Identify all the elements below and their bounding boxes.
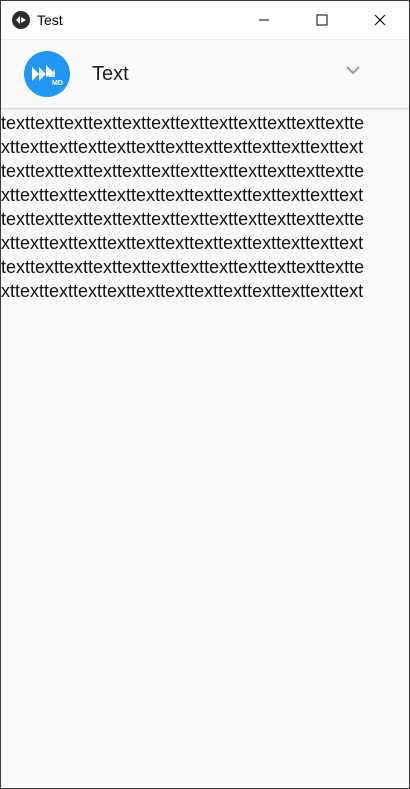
text-line: xttexttexttexttexttexttexttexttexttextte… bbox=[1, 233, 364, 253]
text-line: xttexttexttexttexttexttexttexttexttextte… bbox=[1, 281, 364, 301]
kivy-app-icon bbox=[12, 11, 30, 29]
text-line: texttexttexttexttexttexttexttexttexttext… bbox=[1, 161, 365, 181]
minimize-button[interactable] bbox=[235, 1, 293, 39]
text-line: texttexttexttexttexttexttexttexttexttext… bbox=[1, 209, 365, 229]
text-line: xttexttexttexttexttexttexttexttexttextte… bbox=[1, 185, 364, 205]
app-window: Test MD Text texttexttexttexttexttexttex… bbox=[0, 0, 410, 789]
kivymd-logo-icon: MD bbox=[32, 65, 63, 87]
text-line: texttexttexttexttexttexttexttexttexttext… bbox=[1, 113, 365, 133]
window-controls bbox=[235, 1, 409, 39]
header-label: Text bbox=[92, 62, 129, 85]
avatar: MD bbox=[24, 51, 70, 97]
close-button[interactable] bbox=[351, 1, 409, 39]
minimize-icon bbox=[259, 19, 269, 21]
avatar-badge-text: MD bbox=[52, 80, 63, 87]
close-icon bbox=[374, 14, 386, 26]
text-content: texttexttexttexttexttexttexttexttexttext… bbox=[1, 109, 409, 303]
chevron-down-icon[interactable] bbox=[345, 65, 361, 75]
text-line: xttexttexttexttexttexttexttexttexttextte… bbox=[1, 137, 364, 157]
dropdown-header[interactable]: MD Text bbox=[1, 40, 409, 109]
text-line: texttexttexttexttexttexttexttexttexttext… bbox=[1, 257, 365, 277]
maximize-icon bbox=[316, 14, 328, 26]
maximize-button[interactable] bbox=[293, 1, 351, 39]
window-title: Test bbox=[37, 12, 63, 28]
title-bar[interactable]: Test bbox=[1, 1, 409, 40]
